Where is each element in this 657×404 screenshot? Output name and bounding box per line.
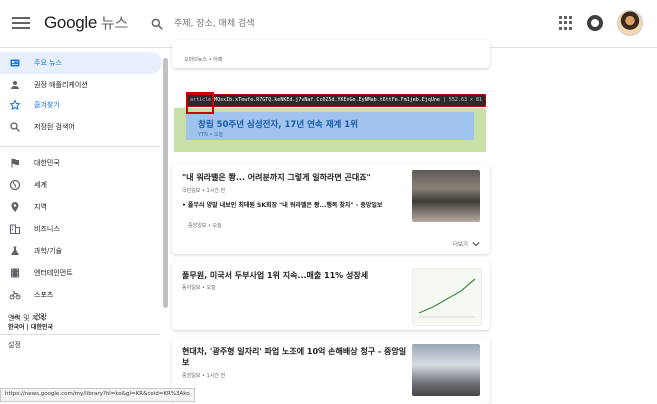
flag-icon [8, 156, 22, 170]
person-icon [8, 78, 22, 92]
sidebar-item-sports[interactable]: 스포츠 [0, 284, 162, 306]
bicycle-icon [8, 288, 22, 302]
entertainment-film-icon [8, 266, 22, 280]
news-feed: 오마이뉴스 • 어제 창립 50주년 삼성전자, 17년 연속 재계 1위 YT… [172, 40, 490, 404]
headlines-icon [8, 56, 22, 70]
article-headline[interactable]: "내 워라밸은 쫭... 어려분까지 그렇게 일하라면 곤대죠" [182, 172, 402, 183]
sidebar-item-favorites[interactable]: 즐겨찾기 [0, 94, 162, 116]
sidebar-item-label: 저장된 검색어 [34, 123, 75, 131]
sidebar-divider [0, 334, 160, 335]
sidebar-item-korea[interactable]: 대한민국 [0, 152, 162, 174]
sidebar-item-headlines[interactable]: 주요 뉴스 [0, 52, 162, 74]
highlighted-article[interactable]: 창립 50주년 삼성전자, 17년 연속 재계 1위 YTN • 오늘 [186, 112, 474, 140]
article-headline[interactable]: 현대차, '광주형 일자리' 파업 노조에 10억 손해배상 청구 - 중앙일보 [182, 346, 412, 368]
article-source: YTN • 오늘 [198, 132, 224, 138]
sidebar-item-science[interactable]: 과학/기술 [0, 240, 162, 262]
business-building-icon [8, 222, 22, 236]
news-card: 현대차, '광주형 일자리' 파업 노조에 10억 손해배상 청구 - 중앙일보… [172, 338, 490, 404]
news-card: 풀무원, 미국서 두부사업 1위 지속...매출 11% 성장세 동아일보 • … [172, 262, 490, 330]
article-thumbnail[interactable] [412, 170, 480, 222]
sidebar-item-local[interactable]: 지역 [0, 196, 162, 218]
inspector-highlight-padding: 창립 50주년 삼성전자, 17년 연속 재계 1위 YTN • 오늘 [174, 108, 486, 152]
sidebar-item-label: 주요 뉴스 [34, 59, 62, 67]
sidebar-item-entertainment[interactable]: 엔터테인먼트 [0, 262, 162, 284]
main-menu-icon[interactable] [12, 14, 30, 34]
sidebar: 주요 뉴스 권장 애플리케이션 즐겨찾기 저장된 검색어 대한민국 세계 지역 … [0, 48, 170, 400]
location-pin-icon [8, 200, 22, 214]
devtools-inspector-tooltip: article.MQsxIb.xTewfe.R7GTQ.keNKEd.j7vNa… [186, 94, 487, 107]
thumbnail-chart-graphic [418, 278, 476, 318]
more-coverage-button[interactable]: 더보기 [453, 240, 480, 248]
chevron-down-icon [472, 241, 480, 247]
article-thumbnail[interactable] [412, 344, 480, 396]
logo-news-text: 뉴스 [101, 14, 129, 32]
settings-link[interactable]: 설정 [8, 340, 21, 350]
sidebar-item-business[interactable]: 비즈니스 [0, 218, 162, 240]
logo-google-text: Google [44, 13, 98, 32]
more-label: 더보기 [452, 242, 468, 248]
search-box[interactable] [150, 14, 450, 34]
sidebar-item-label: 세계 [34, 181, 47, 189]
sidebar-scrollbar[interactable] [163, 58, 168, 308]
sidebar-item-label: 권장 애플리케이션 [34, 81, 88, 89]
sidebar-item-saved-searches[interactable]: 저장된 검색어 [0, 116, 162, 138]
google-news-logo[interactable]: Google 뉴스 [44, 12, 128, 34]
article-source: 중앙일보 • 오늘 [188, 223, 222, 229]
sidebar-item-label: 과학/기술 [34, 247, 63, 255]
red-highlight-box [186, 92, 214, 114]
sidebar-item-world[interactable]: 세계 [0, 174, 162, 196]
sidebar-item-label: 비즈니스 [34, 225, 60, 233]
article-headline[interactable]: 창립 50주년 삼성전자, 17년 연속 재계 1위 [198, 118, 358, 130]
language-region-value[interactable]: 한국어 | 대한민국 [8, 322, 53, 331]
sidebar-item-label: 엔터테인먼트 [34, 269, 73, 277]
sidebar-item-label: 즐겨찾기 [34, 101, 60, 109]
article-source: 국민일보 • 1시간 전 [182, 188, 226, 194]
article-headline[interactable]: 풀무원, 미국서 두부사업 1위 지속...매출 11% 성장세 [182, 270, 412, 281]
top-right-actions [559, 10, 643, 36]
globe-icon [8, 178, 22, 192]
apps-grid-icon[interactable] [559, 16, 573, 30]
search-icon[interactable] [150, 17, 164, 31]
inspector-size: 552.63 × 81 [448, 97, 483, 103]
sidebar-item-label: 스포츠 [34, 291, 54, 299]
news-card: 오마이뉴스 • 어제 [172, 40, 490, 68]
article-source: 동아일보 • 오늘 [182, 285, 216, 291]
science-flask-icon [8, 244, 22, 258]
article-source: 중앙일보 • 1시간 전 [182, 373, 226, 379]
star-icon [8, 98, 22, 112]
related-article-headline[interactable]: • 폴무싀 양말 내보인 최태원 SK회장 "내 워라밸은 쫭...행복 찾자"… [182, 201, 392, 210]
avatar[interactable] [617, 10, 643, 36]
sidebar-item-label: 대한민국 [34, 159, 60, 167]
article-source: 오마이뉴스 • 어제 [184, 57, 223, 63]
search-icon [8, 120, 22, 134]
search-input[interactable] [172, 18, 436, 30]
sidebar-item-label: 지역 [34, 203, 47, 211]
account-icon[interactable] [587, 15, 603, 31]
sidebar-item-recommended[interactable]: 권장 애플리케이션 [0, 74, 162, 96]
news-card: "내 워라밸은 쫭... 어려분까지 그렇게 일하라면 곤대죠" 국민일보 • … [172, 164, 490, 254]
inspector-selector: .MQsxIb.xTewfe.R7GTQ.keNKEd.j7vNaf.Cc0Z5… [211, 97, 440, 103]
sidebar-divider [0, 146, 160, 147]
article-thumbnail[interactable] [412, 268, 482, 326]
